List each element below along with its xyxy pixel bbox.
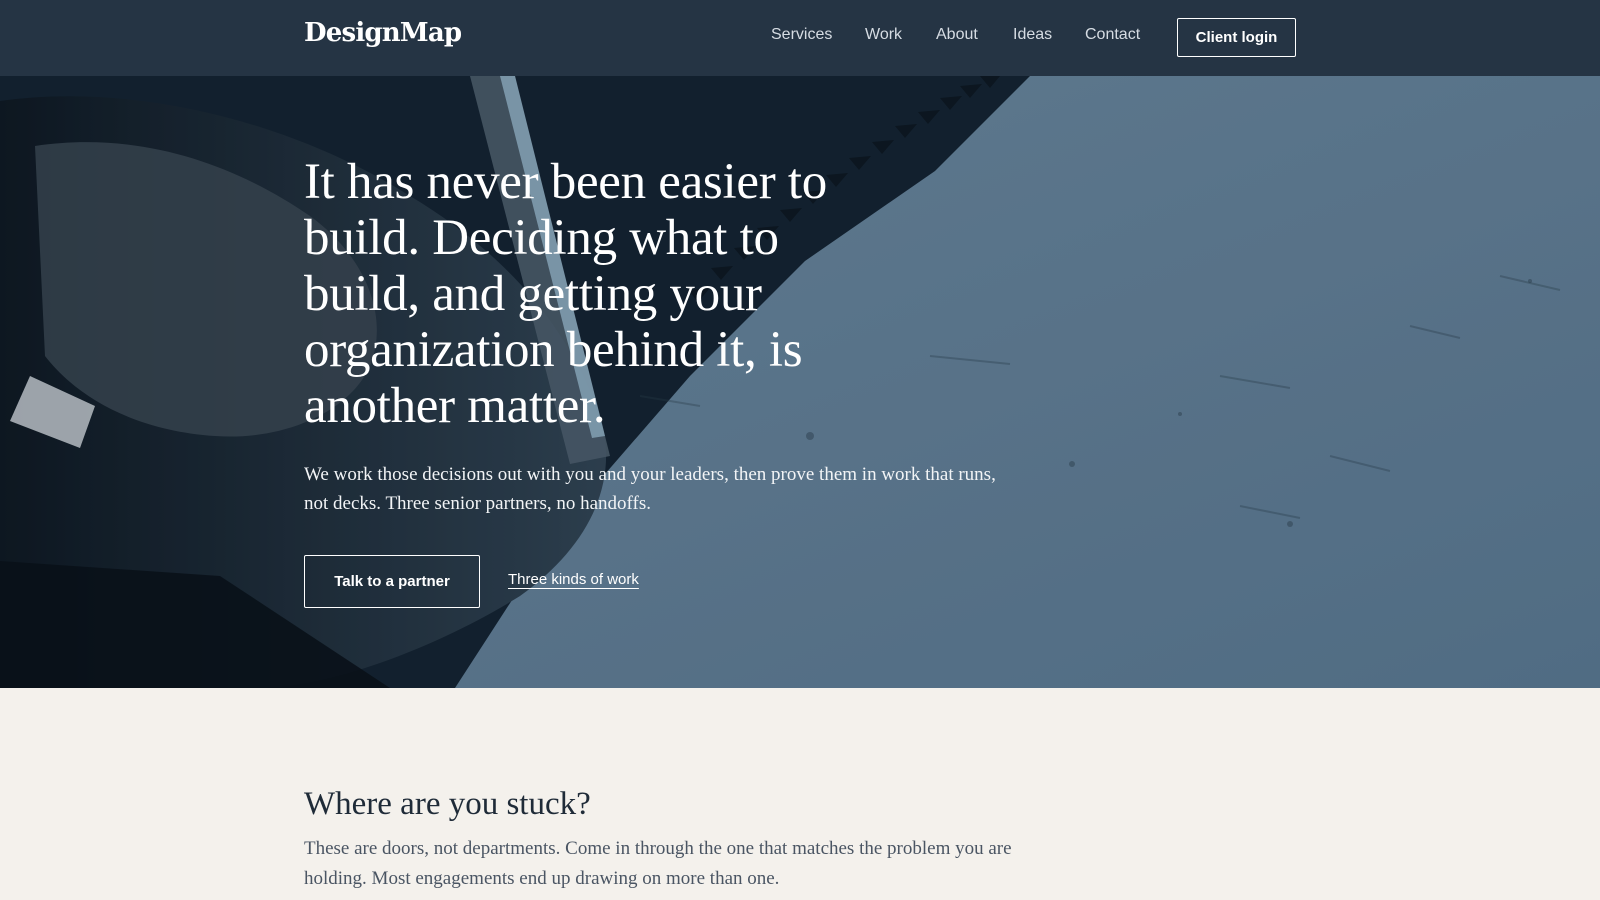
nav-contact-link[interactable]: Contact (1085, 26, 1140, 44)
section-intro-text: These are doors, not departments. Come i… (304, 838, 1012, 889)
where-stuck-section: Where are you stuck? These are doors, no… (0, 688, 1600, 900)
nav-ideas-link[interactable]: Ideas (1013, 26, 1052, 44)
section-heading: Where are you stuck? (304, 786, 591, 822)
hero-section: It has never been easier to build. Decid… (0, 76, 1600, 688)
client-login-button[interactable]: Client login (1177, 18, 1296, 57)
talk-to-partner-button[interactable]: Talk to a partner (304, 555, 480, 608)
nav-about-link[interactable]: About (936, 26, 978, 44)
primary-nav: Services Work About Ideas Contact (0, 26, 1600, 48)
hero-subtext: We work those decisions out with you and… (304, 464, 996, 514)
nav-services-link[interactable]: Services (771, 26, 832, 44)
nav-work-link[interactable]: Work (865, 26, 902, 44)
hero-headline: It has never been easier to build. Decid… (304, 154, 827, 434)
top-navigation: DesignMap Services Work About Ideas Cont… (0, 0, 1600, 76)
three-kinds-of-work-link[interactable]: Three kinds of work (508, 571, 639, 588)
